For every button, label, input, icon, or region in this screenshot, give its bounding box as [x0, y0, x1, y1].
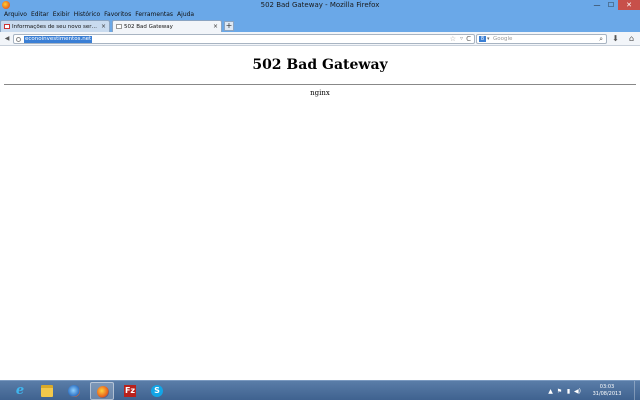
nav-bar: ◀ econoinvestimentos.net ☆ ▿ C 8 ▾ Googl…: [0, 32, 640, 46]
tab-server-info[interactable]: Informações de seu novo servidor - e... …: [0, 20, 110, 32]
maximize-button[interactable]: ☐: [604, 0, 618, 10]
window-title: 502 Bad Gateway - Mozilla Firefox: [260, 1, 380, 9]
action-center-flag-icon[interactable]: ⚑: [555, 388, 564, 395]
taskbar-firefox[interactable]: [90, 382, 114, 400]
network-icon[interactable]: ▮: [564, 388, 573, 395]
tab-close-icon[interactable]: ×: [213, 23, 218, 30]
page-content: 502 Bad Gateway nginx: [0, 47, 640, 380]
menu-favoritos[interactable]: Favoritos: [102, 10, 133, 19]
reload-icon[interactable]: C: [466, 35, 471, 43]
taskbar-firefox-sync[interactable]: [62, 382, 86, 400]
firefox-sync-icon: [68, 385, 80, 397]
taskbar-file-explorer[interactable]: [35, 382, 59, 400]
taskbar: e Fz S ▲ ⚑ ▮ ◀) 03:03 31/08/2013: [0, 380, 640, 400]
show-desktop-button[interactable]: [634, 381, 640, 400]
menu-editar[interactable]: Editar: [29, 10, 51, 19]
clock[interactable]: 03:03 31/08/2013: [584, 384, 630, 398]
history-dropdown-icon[interactable]: ▿: [460, 35, 463, 43]
minimize-button[interactable]: —: [590, 0, 604, 10]
clock-time: 03:03: [599, 384, 615, 390]
url-text[interactable]: econoinvestimentos.net: [24, 36, 93, 43]
url-bar[interactable]: econoinvestimentos.net ☆ ▿ C: [13, 34, 475, 44]
tab-close-icon[interactable]: ×: [101, 23, 106, 30]
menu-arquivo[interactable]: Arquivo: [2, 10, 29, 19]
tab-502-bad-gateway[interactable]: 502 Bad Gateway ×: [112, 20, 222, 32]
clock-date: 31/08/2013: [592, 391, 622, 397]
system-tray: ▲ ⚑ ▮ ◀) 03:03 31/08/2013: [546, 381, 640, 400]
search-bar[interactable]: 8 ▾ Google ⌕: [476, 34, 607, 44]
close-button[interactable]: ✕: [618, 0, 640, 10]
search-input[interactable]: Google: [493, 35, 512, 43]
window-controls: — ☐ ✕: [590, 0, 640, 10]
tab-strip: Informações de seu novo servidor - e... …: [0, 19, 640, 32]
skype-icon: S: [151, 385, 163, 397]
error-heading: 502 Bad Gateway: [252, 57, 388, 73]
filezilla-icon: Fz: [124, 385, 136, 397]
globe-icon[interactable]: [16, 37, 21, 42]
divider: [4, 84, 636, 85]
taskbar-filezilla[interactable]: Fz: [118, 382, 142, 400]
file-explorer-icon: [41, 385, 53, 397]
tab-label: Informações de seu novo servidor - e...: [12, 23, 99, 30]
tab-label: 502 Bad Gateway: [124, 23, 173, 30]
volume-icon[interactable]: ◀): [573, 388, 582, 395]
menu-bar: Arquivo Editar Exibir Histórico Favorito…: [0, 10, 640, 19]
back-button[interactable]: ◀: [3, 35, 11, 43]
tray-chevron-icon[interactable]: ▲: [546, 388, 555, 395]
page-icon: [116, 24, 122, 29]
downloads-icon[interactable]: ⬇: [611, 34, 620, 44]
title-bar: 502 Bad Gateway - Mozilla Firefox — ☐ ✕: [0, 0, 640, 10]
search-icon[interactable]: ⌕: [599, 35, 603, 43]
bookmark-star-icon[interactable]: ☆: [450, 35, 456, 43]
server-name: nginx: [310, 89, 330, 97]
gmail-icon: [4, 24, 10, 29]
menu-exibir[interactable]: Exibir: [51, 10, 72, 19]
taskbar-skype[interactable]: S: [145, 382, 169, 400]
home-icon[interactable]: ⌂: [627, 34, 636, 44]
engine-dropdown-icon[interactable]: ▾: [487, 35, 490, 43]
firefox-icon: [97, 386, 109, 398]
taskbar-ie[interactable]: e: [8, 382, 32, 400]
menu-ajuda[interactable]: Ajuda: [175, 10, 196, 19]
menu-ferramentas[interactable]: Ferramentas: [133, 10, 175, 19]
google-engine-icon[interactable]: 8: [479, 36, 486, 42]
new-tab-button[interactable]: +: [224, 21, 234, 31]
menu-historico[interactable]: Histórico: [72, 10, 102, 19]
ie-icon: e: [15, 383, 25, 398]
